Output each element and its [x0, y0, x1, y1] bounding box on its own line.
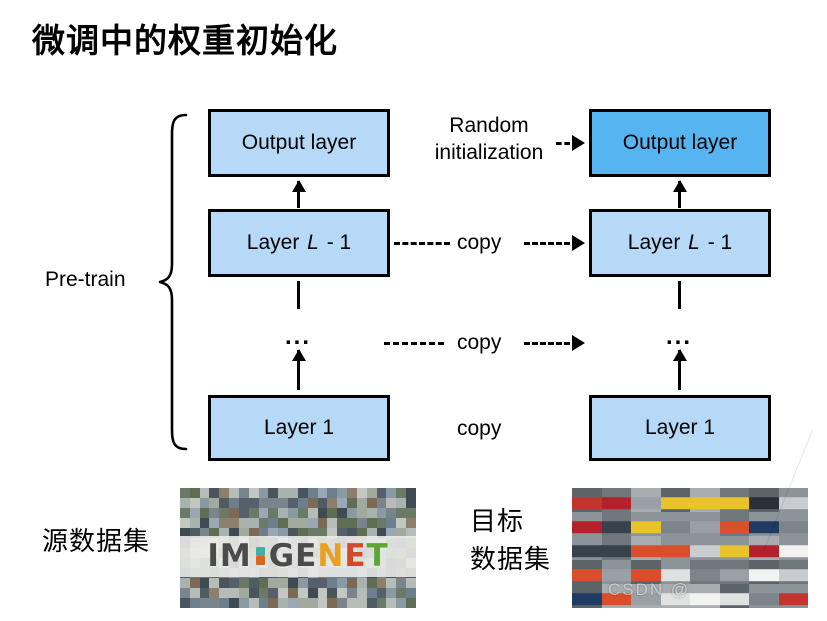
csdn-watermark: CSDN @	[608, 580, 691, 599]
random-init-arrowhead-icon	[572, 135, 585, 151]
copy-row2-dashed-right	[524, 342, 570, 345]
target-layer-L-1-label: Layer L - 1	[627, 231, 733, 254]
source-line-ellipsis-to-layerL1	[297, 281, 300, 309]
source-arrow-l1-to-output	[297, 181, 300, 208]
source-dataset-caption: 源数据集	[42, 526, 151, 556]
copy-row1-arrowhead-icon	[572, 235, 585, 251]
target-layer-1-label: Layer 1	[644, 416, 716, 439]
slide-canvas: 微调中的权重初始化 Pre-train Output layer Layer L…	[0, 0, 827, 621]
copy-row1-dashed-right	[524, 242, 570, 245]
page-title: 微调中的权重初始化	[32, 22, 338, 59]
source-output-layer-label: Output layer	[241, 131, 357, 154]
target-arrow-l1-to-output	[678, 181, 681, 208]
copy-row2-arrowhead-icon	[572, 335, 585, 351]
source-dataset-image: IM GE N E T	[180, 488, 416, 608]
source-arrow-layer1-to-ellipsis	[297, 350, 300, 390]
pre-train-brace-icon	[156, 112, 190, 452]
copy-row2-label: copy	[457, 331, 502, 354]
source-layer-L-1-label: Layer L - 1	[246, 231, 352, 254]
copy-row1-label: copy	[457, 231, 502, 254]
random-initialization-label: Random initialization	[434, 114, 544, 164]
copy-row2-dashed-left	[384, 342, 444, 345]
target-layer-L-1-box[interactable]: Layer L - 1	[589, 209, 771, 277]
source-output-layer-box[interactable]: Output layer	[208, 109, 390, 177]
target-line-ellipsis-to-layerL1	[678, 281, 681, 309]
copy-row3-label: copy	[457, 417, 502, 440]
copy-row1-dashed-left	[394, 242, 450, 245]
target-layer-1-box[interactable]: Layer 1	[589, 395, 771, 461]
target-arrow-layer1-to-ellipsis	[678, 350, 681, 390]
source-layer-L-1-box[interactable]: Layer L - 1	[208, 209, 390, 277]
imagenet-logo-text: IM GE N E T	[207, 538, 389, 575]
target-dataset-image: CSDN @	[572, 488, 808, 608]
target-dataset-caption: 目标 数据集	[470, 506, 552, 574]
target-output-layer-label: Output layer	[622, 131, 738, 154]
pre-train-label: Pre-train	[45, 268, 126, 291]
target-ellipsis-label: ...	[666, 323, 693, 350]
imagenet-logo-band: IM GE N E T	[180, 536, 416, 577]
target-output-layer-box[interactable]: Output layer	[589, 109, 771, 177]
random-init-dashed-line	[556, 142, 570, 145]
source-ellipsis-label: ...	[285, 323, 312, 350]
source-layer-1-label: Layer 1	[263, 416, 335, 439]
source-layer-1-box[interactable]: Layer 1	[208, 395, 390, 461]
